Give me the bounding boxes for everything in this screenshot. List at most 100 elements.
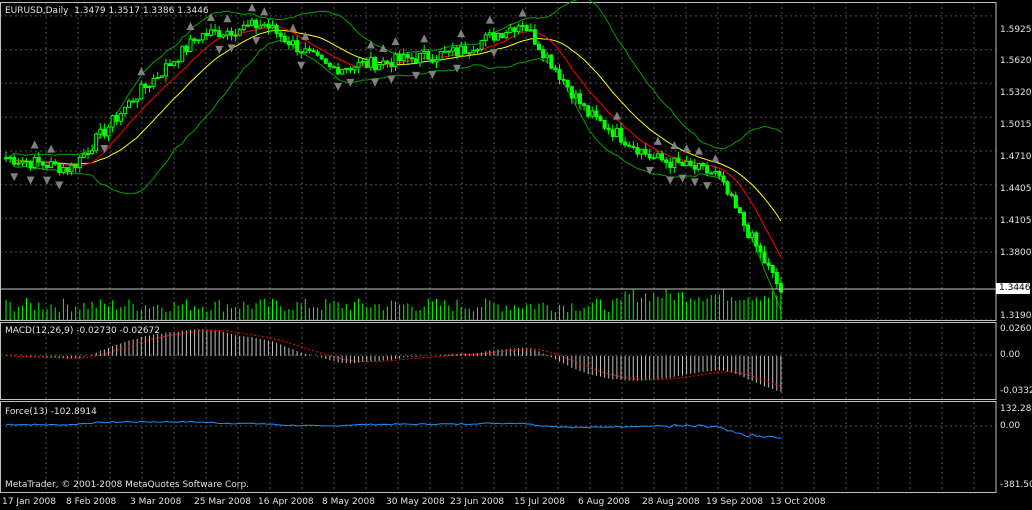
candle-body [114, 115, 119, 122]
candle-body [344, 68, 349, 71]
candle-body [496, 33, 500, 41]
macd-tick: -0.0332 [1000, 386, 1032, 396]
candle-body [360, 60, 365, 64]
candle-body [602, 120, 607, 129]
candle-body [233, 34, 238, 37]
date-tick: 8 Feb 2008 [66, 497, 117, 507]
candle-body [307, 48, 312, 52]
candle-body [537, 43, 541, 51]
fractal-down-marker [55, 181, 64, 190]
candle-body [118, 113, 123, 122]
candle-body [32, 157, 37, 169]
fractal-up-marker [518, 8, 527, 17]
date-tick: 25 Mar 2008 [194, 497, 252, 507]
lower-band [5, 40, 782, 311]
candle-body [377, 64, 382, 71]
price-tick: 1.5620 [1000, 56, 1032, 66]
candle-body [524, 25, 529, 32]
candle-body [729, 193, 734, 197]
candle-body [209, 29, 213, 36]
candle-body [69, 164, 74, 173]
candle-body [348, 68, 353, 71]
candle-body [143, 83, 148, 89]
candle-body [192, 38, 197, 42]
candle-body [57, 163, 62, 173]
candle-body [692, 164, 697, 170]
candle-body [471, 49, 476, 54]
candle-body [578, 93, 582, 105]
candle-body [356, 62, 361, 68]
candle-body [627, 144, 632, 147]
force-tick: 132.284 [1000, 404, 1032, 414]
candle-body [254, 19, 259, 29]
fractal-down-marker [297, 61, 306, 70]
candle-body [323, 58, 328, 64]
candle-body [168, 63, 172, 66]
candle-body [303, 48, 308, 54]
candle-body [487, 32, 492, 36]
candle-body [131, 100, 136, 103]
candle-body [549, 54, 554, 69]
candle-body [139, 83, 144, 100]
candle-body [286, 41, 291, 46]
candle-body [40, 161, 45, 166]
fractal-down-marker [26, 176, 35, 185]
candle-body [619, 128, 623, 143]
candle-body [651, 157, 656, 160]
fractal-down-marker [334, 82, 343, 91]
chart-canvas[interactable] [0, 0, 1032, 510]
candle-body [135, 98, 140, 103]
bollinger-bands [5, 0, 782, 311]
candle-body [81, 153, 86, 159]
date-tick: 6 Aug 2008 [578, 497, 630, 507]
candle-body [672, 157, 677, 168]
fractal-up-marker [485, 15, 494, 24]
date-tick: 23 Jun 2008 [450, 497, 505, 507]
candle-body [163, 63, 168, 77]
candle-body [426, 50, 431, 60]
candle-body [73, 164, 78, 169]
fractal-down-marker [227, 44, 236, 53]
candle-body [53, 161, 58, 165]
fractal-down-marker [703, 182, 712, 191]
price-tick: 1.4405 [1000, 184, 1032, 194]
candle-body [660, 153, 664, 161]
candle-body [315, 51, 320, 56]
macd-signal-line [6, 329, 782, 387]
candle-body [684, 160, 689, 167]
fractal-down-marker [43, 176, 51, 185]
macd-tick: 0.00 [1000, 350, 1021, 360]
candle-body [557, 69, 562, 80]
candle-body [172, 61, 177, 66]
candle-body [200, 32, 205, 41]
current-price-tag: 1.3446 [996, 283, 1031, 294]
fractal-up-marker [260, 7, 269, 16]
candle-body [483, 34, 488, 42]
candle-body [705, 165, 710, 174]
copyright-text: MetaTrader, © 2001-2008 MetaQuotes Softw… [5, 480, 250, 490]
candle-body [655, 153, 660, 159]
candle-body [467, 52, 472, 55]
candle-body [364, 60, 369, 68]
date-tick: 16 Apr 2008 [258, 497, 314, 507]
price-tick: 1.4710 [1000, 152, 1032, 162]
volume-bars [5, 288, 782, 320]
candle-body [475, 48, 480, 51]
candle-body [545, 54, 550, 59]
candle-body [643, 148, 648, 155]
candle-body [36, 157, 41, 163]
candle-body [245, 24, 250, 27]
fractal-down-marker [690, 178, 699, 187]
macd-label: MACD(12,26,9) -0.02730 -0.02672 [5, 326, 161, 336]
candle-body [532, 29, 537, 45]
fractal-down-marker [371, 78, 379, 87]
candle-body [746, 224, 751, 238]
candle-body [733, 195, 738, 209]
date-tick: 19 Sep 2008 [706, 497, 764, 507]
candle-body [491, 32, 496, 41]
candle-body [65, 167, 70, 173]
candle-body [401, 54, 406, 62]
candle-body [20, 160, 25, 164]
candle-body [45, 164, 49, 169]
candle-body [610, 129, 615, 137]
